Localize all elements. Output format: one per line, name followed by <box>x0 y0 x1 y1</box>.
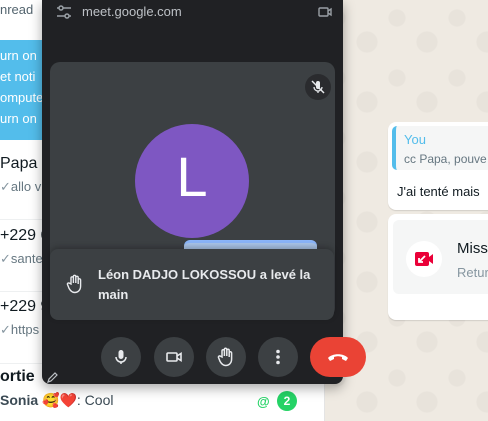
raise-hand-icon <box>217 347 233 367</box>
quoted-text: cc Papa, pouve <box>404 152 487 166</box>
more-options-icon <box>276 349 280 365</box>
double-check-icon: ✓ <box>0 251 11 266</box>
preview-sender: Sonia <box>0 392 39 408</box>
camera-button[interactable] <box>154 337 194 377</box>
banner-line: et noti <box>0 69 36 84</box>
tune-icon[interactable] <box>56 5 72 24</box>
end-call-icon <box>328 354 348 361</box>
double-check-icon: ✓ <box>0 322 11 337</box>
avatar-initial: L <box>176 145 208 208</box>
missed-video-call-icon <box>406 241 442 277</box>
raised-hand-notification: Léon DADJO LOKOSSOU a levé la main <box>50 249 334 320</box>
mention-icon: @ <box>257 394 270 409</box>
unread-filter-label[interactable]: nread <box>0 2 33 17</box>
mic-icon <box>115 350 127 364</box>
pen-icon <box>47 370 59 388</box>
missed-call-title: Miss <box>457 240 488 257</box>
chat-preview: https <box>10 322 40 337</box>
more-options-button[interactable] <box>258 337 298 377</box>
raise-hand-button[interactable] <box>206 337 246 377</box>
quoted-author: You <box>404 132 426 147</box>
camera-icon <box>166 352 182 362</box>
banner-line: urn on <box>0 48 37 63</box>
meet-pip-window: meet.google.com L Léon DADJO LOKOSSOU a … <box>42 0 366 384</box>
chat-preview-sender: Sonia 🥰❤️: Cool <box>0 392 113 409</box>
quoted-message[interactable]: You cc Papa, pouve <box>392 126 488 170</box>
meet-url: meet.google.com <box>82 4 182 19</box>
missed-call-card[interactable]: Miss Retur <box>393 220 488 294</box>
microphone-button[interactable] <box>101 337 141 377</box>
raised-hand-icon <box>66 274 84 299</box>
end-call-button[interactable] <box>310 337 366 377</box>
chat-preview: sante <box>10 251 43 266</box>
video-camera-icon[interactable] <box>318 5 332 23</box>
chat-preview: allo v <box>10 179 42 194</box>
unread-count-badge: 2 <box>277 391 297 411</box>
participant-avatar: L <box>135 124 249 238</box>
message-bubble[interactable]: Miss Retur <box>388 214 488 320</box>
chat-title[interactable]: ortie <box>0 368 35 386</box>
mic-off-icon <box>305 74 331 100</box>
double-check-icon: ✓ <box>0 179 11 194</box>
preview-text: : Cool <box>76 392 114 408</box>
message-text: J'ai tenté mais <box>397 184 480 199</box>
banner-line: urn on <box>0 111 37 126</box>
banner-line: omputer <box>0 90 48 105</box>
missed-call-subtitle: Retur <box>457 265 488 280</box>
notification-text: Léon DADJO LOKOSSOU a levé la main <box>98 267 311 302</box>
message-bubble[interactable]: You cc Papa, pouve J'ai tenté mais <box>388 122 488 210</box>
emoji-icons: 🥰❤️ <box>42 392 77 408</box>
